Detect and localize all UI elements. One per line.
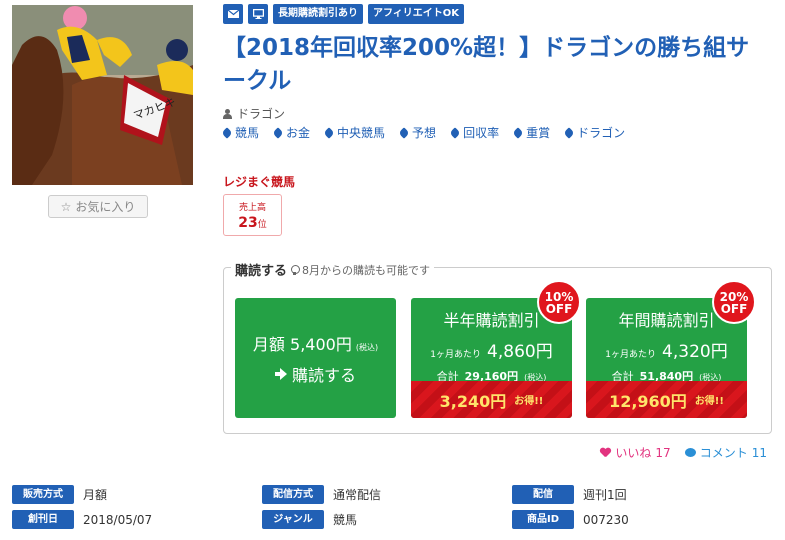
ranking-unit: 位 — [257, 220, 267, 230]
subscribe-note: 8月からの購読も可能です — [302, 263, 431, 277]
tag-icon — [323, 126, 335, 139]
tag-label: 重賞 — [526, 126, 551, 140]
tag-icon — [272, 126, 284, 139]
heart-icon — [600, 448, 611, 458]
ranking-badge[interactable]: 売上高 23位 — [223, 194, 282, 236]
feature-badges: 長期購読割引あり アフィリエイトOK — [223, 4, 465, 24]
tag-item[interactable]: 回収率 — [449, 124, 500, 141]
like-button[interactable]: いいね 17 — [600, 444, 670, 461]
arrow-right-icon — [274, 367, 287, 380]
info-key: 商品ID — [512, 510, 574, 529]
like-count: 17 — [655, 445, 671, 460]
info-key: 配信 — [512, 485, 574, 504]
tag-label: ドラゴン — [577, 126, 626, 140]
monthly-subscribe-button[interactable]: 月額 5,400円 (税込) 購読する — [235, 298, 396, 418]
tag-icon — [449, 126, 461, 139]
subscribe-heading: 購読する — [235, 264, 288, 279]
info-delivery-method: 配信方式 通常配信 — [262, 485, 381, 504]
comment-label: コメント — [699, 446, 748, 460]
saving-label: お得!! — [514, 396, 544, 407]
comment-bubble-icon — [684, 448, 696, 457]
tag-label: お金 — [286, 126, 311, 140]
info-value: 007230 — [583, 512, 629, 527]
reactions: いいね 17 コメント 11 — [600, 444, 767, 461]
mail-icon — [223, 4, 243, 24]
info-genre: ジャンル 競馬 — [262, 510, 357, 529]
saving-amount: 12,960円 — [609, 391, 687, 411]
saving-amount: 3,240円 — [439, 391, 507, 411]
tag-item[interactable]: 重賞 — [512, 124, 551, 141]
saving-banner: 3,240円 お得!! — [411, 381, 572, 418]
tag-label: 競馬 — [235, 126, 260, 140]
star-outline-icon: ☆ — [60, 199, 72, 214]
info-value: 週刊1回 — [583, 488, 627, 502]
tag-item[interactable]: お金 — [272, 124, 311, 141]
tag-icon — [398, 126, 410, 139]
info-start-date: 創刊日 2018/05/07 — [12, 510, 152, 529]
off-label: OFF — [545, 302, 573, 316]
info-key: ジャンル — [262, 510, 324, 529]
author[interactable]: ドラゴン — [223, 105, 285, 122]
tag-label: 回収率 — [463, 126, 500, 140]
tag-item[interactable]: 競馬 — [221, 124, 260, 141]
info-value: 競馬 — [333, 513, 358, 527]
tag-icon — [512, 126, 524, 139]
monthly-price: 月額 5,400円 — [252, 334, 352, 354]
monthly-tax: (税込) — [355, 342, 379, 352]
long-term-discount-badge: 長期購読割引あり — [273, 4, 363, 24]
saving-label: お得!! — [694, 396, 724, 407]
info-value: 2018/05/07 — [83, 512, 153, 527]
tag-label: 中央競馬 — [337, 126, 386, 140]
product-thumbnail[interactable]: マカヒキ — [12, 5, 193, 185]
like-label: いいね — [615, 446, 652, 460]
page-title: 【2018年回収率200%超！】ドラゴンの勝ち組サークル — [223, 35, 750, 94]
info-key: 創刊日 — [12, 510, 74, 529]
info-delivery: 配信 週刊1回 — [512, 485, 627, 504]
ranking-category: 売上高 — [238, 203, 266, 213]
tag-item[interactable]: 中央競馬 — [323, 124, 386, 141]
ranking-site-label: レジまぐ競馬 — [223, 175, 296, 189]
subscribe-panel: 購読する 8月からの購読も可能です 月額 5,400円 (税込) 購読する 半年購… — [223, 260, 772, 434]
favorite-label: お気に入り — [75, 200, 136, 214]
info-value: 通常配信 — [333, 488, 382, 502]
info-key: 販売方式 — [12, 485, 74, 504]
info-product-id: 商品ID 007230 — [512, 510, 629, 529]
comment-button[interactable]: コメント 11 — [684, 444, 767, 461]
affiliate-ok-badge: アフィリエイトOK — [368, 4, 465, 24]
per-month-price: 4,320円 — [662, 342, 728, 362]
tag-icon — [563, 126, 575, 139]
favorite-button[interactable]: ☆ お気に入り — [48, 195, 148, 218]
tag-item[interactable]: 予想 — [398, 124, 437, 141]
tag-label: 予想 — [412, 126, 437, 140]
info-sales-method: 販売方式 月額 — [12, 485, 107, 504]
per-month-label: 1ヶ月あたり — [430, 350, 482, 360]
tag-icon — [221, 126, 233, 139]
tag-item[interactable]: ドラゴン — [563, 124, 626, 141]
year-off-badge: 20% OFF — [712, 280, 756, 324]
half-year-off-badge: 10% OFF — [537, 280, 581, 324]
info-value: 月額 — [83, 488, 108, 502]
info-key: 配信方式 — [262, 485, 324, 504]
saving-banner: 12,960円 お得!! — [586, 381, 747, 418]
monthly-action: 購読する — [291, 365, 356, 385]
lightbulb-icon — [291, 264, 301, 275]
comment-count: 11 — [751, 445, 767, 460]
per-month-price: 4,860円 — [487, 342, 553, 362]
author-name: ドラゴン — [237, 107, 286, 121]
ranking-value: 23 — [238, 215, 258, 231]
monitor-icon — [248, 4, 268, 24]
per-month-label: 1ヶ月あたり — [605, 350, 657, 360]
person-icon — [223, 108, 232, 119]
tag-list: 競馬 お金 中央競馬 予想 回収率 重賞 ドラゴン — [221, 124, 626, 141]
off-label: OFF — [720, 302, 748, 316]
